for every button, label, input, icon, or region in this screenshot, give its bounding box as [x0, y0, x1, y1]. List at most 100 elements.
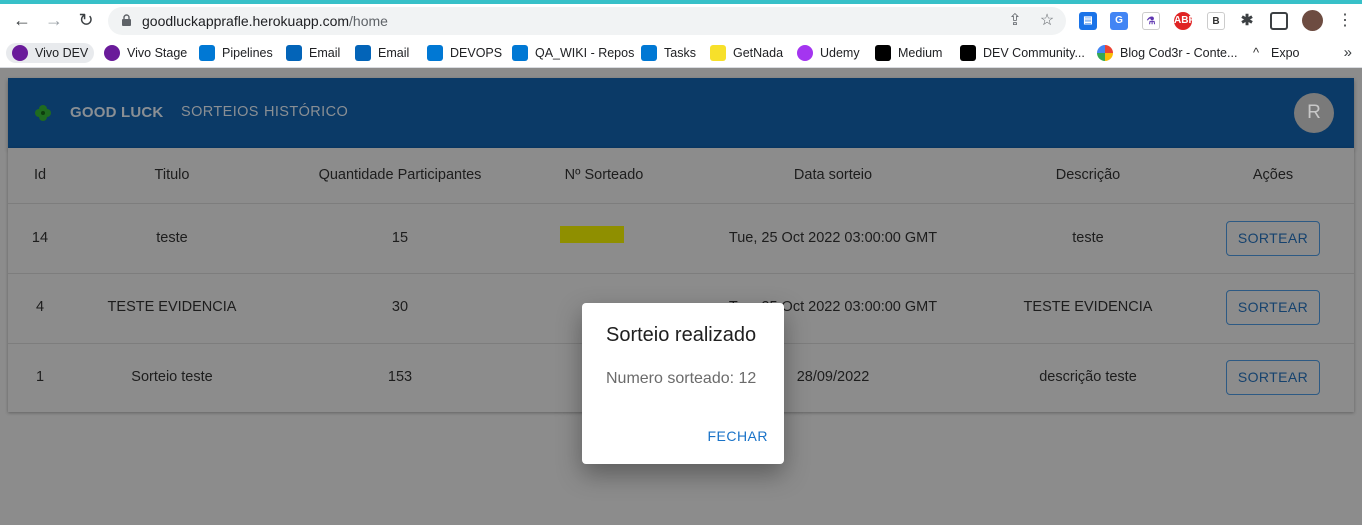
cell-quantidade: 30	[391, 299, 409, 315]
adblock-icon[interactable]: ABP	[1174, 12, 1195, 30]
bookmark-blog-cod3r[interactable]: Blog Cod3r - Conte...	[1097, 43, 1237, 63]
cell-data: Tue, 25 Oct 2022 03:00:00 GMT	[728, 230, 938, 246]
bookmark-devops[interactable]: DEVOPS	[427, 43, 502, 63]
bookmark-label: DEV Community...	[983, 46, 1085, 60]
bookmark-udemy[interactable]: Udemy	[797, 43, 860, 63]
bookmark-label: Medium	[898, 46, 943, 60]
cell-quantidade: 15	[391, 230, 409, 246]
bookmark-expo[interactable]: ^ Expo	[1248, 43, 1300, 63]
cell-titulo: TESTE EVIDENCIA	[107, 299, 237, 315]
bookmark-label: Email	[378, 46, 410, 60]
b-extension-icon[interactable]: B	[1207, 12, 1225, 30]
translate-icon[interactable]: G	[1110, 12, 1128, 30]
forward-icon[interactable]: →	[42, 8, 66, 32]
sortear-button[interactable]: SORTEAR	[1226, 360, 1320, 395]
expo-icon: ^	[1248, 45, 1264, 61]
header-quantidade: Quantidade Participantes	[318, 167, 482, 183]
getnada-icon	[710, 45, 726, 61]
dialog-label: Numero sorteado:	[606, 370, 735, 387]
bookmark-label: Email	[309, 46, 341, 60]
browser-toolbar: ← → ↻ goodluckapprafle.herokuapp.com/hom…	[0, 4, 1362, 37]
redaction-highlight	[560, 226, 624, 243]
bookmark-label: Expo	[1271, 46, 1300, 60]
header-acoes: Ações	[1252, 167, 1294, 183]
bookmark-label: GetNada	[733, 46, 784, 60]
back-icon[interactable]: ←	[10, 8, 34, 32]
brand-title[interactable]: GOOD LUCK	[70, 104, 163, 121]
app-bar: GOOD LUCK SORTEIOS HISTÓRICO R	[8, 78, 1354, 148]
header-descricao: Descrição	[1055, 167, 1121, 183]
header-data: Data sorteio	[793, 167, 873, 183]
bookmark-label: QA_WIKI - Repos	[535, 46, 635, 60]
lock-icon	[122, 14, 131, 26]
azure-devops-icon	[427, 45, 443, 61]
share-icon[interactable]: ⇪	[1006, 12, 1024, 30]
bookmark-dev-community[interactable]: DEV Community...	[960, 43, 1085, 63]
outlook-icon	[286, 45, 302, 61]
vivo-icon	[12, 45, 28, 61]
reload-icon[interactable]: ↻	[74, 8, 98, 32]
bookmark-email-1[interactable]: Email	[286, 43, 340, 63]
udemy-icon	[797, 45, 813, 61]
nav-historico[interactable]: HISTÓRICO	[264, 104, 348, 120]
azure-devops-icon	[641, 45, 657, 61]
sortear-button[interactable]: SORTEAR	[1226, 290, 1320, 325]
kebab-menu-icon[interactable]: ⋮	[1333, 8, 1357, 32]
bookmark-label: Pipelines	[222, 46, 273, 60]
extension-icon[interactable]: ▤	[1079, 12, 1097, 30]
cell-id: 1	[35, 369, 45, 385]
bookmark-pipelines[interactable]: Pipelines	[199, 43, 273, 63]
bookmark-label: DEVOPS	[450, 46, 503, 60]
puzzle-icon[interactable]: ✱	[1238, 12, 1256, 30]
star-icon[interactable]: ☆	[1038, 12, 1056, 30]
azure-devops-icon	[512, 45, 528, 61]
sortear-button[interactable]: SORTEAR	[1226, 221, 1320, 256]
fechar-button[interactable]: FECHAR	[707, 428, 768, 444]
bookmark-email-2[interactable]: Email	[355, 43, 409, 63]
header-titulo: Titulo	[154, 167, 190, 183]
chevron-right-icon[interactable]: »	[1344, 44, 1352, 61]
cell-descricao: teste	[1072, 230, 1104, 246]
avatar[interactable]: R	[1294, 93, 1334, 133]
cell-titulo: teste	[156, 230, 188, 246]
bookmark-label: Blog Cod3r - Conte...	[1120, 46, 1238, 60]
lab-icon[interactable]: ⚗	[1142, 12, 1160, 30]
google-icon	[1097, 45, 1113, 61]
bookmark-getnada[interactable]: GetNada	[710, 43, 783, 63]
cell-descricao: descrição teste	[1039, 369, 1137, 385]
result-dialog: Sorteio realizado Numero sorteado: 12 FE…	[582, 303, 784, 464]
cell-descricao: TESTE EVIDENCIA	[1023, 299, 1153, 315]
bookmark-label: Vivo DEV	[35, 46, 89, 60]
bookmark-vivo-dev[interactable]: Vivo DEV	[6, 43, 95, 63]
table-header-row: Id Titulo Quantidade Participantes Nº So…	[8, 148, 1354, 204]
dev-icon	[960, 45, 976, 61]
cell-quantidade: 153	[387, 369, 413, 385]
bookmark-medium[interactable]: Medium	[875, 43, 942, 63]
azure-devops-icon	[199, 45, 215, 61]
bookmark-tasks[interactable]: Tasks	[641, 43, 696, 63]
cell-titulo: Sorteio teste	[131, 369, 213, 385]
address-bar[interactable]: goodluckapprafle.herokuapp.com/home ⇪ ☆	[108, 7, 1066, 35]
bookmark-label: Udemy	[820, 46, 860, 60]
vivo-icon	[104, 45, 120, 61]
outlook-icon	[355, 45, 371, 61]
nav-sorteios[interactable]: SORTEIOS	[181, 104, 259, 120]
cell-id: 4	[35, 299, 45, 315]
dialog-message: Numero sorteado: 12	[606, 370, 756, 388]
cell-id: 14	[31, 230, 49, 246]
header-id: Id	[33, 167, 47, 183]
medium-icon	[875, 45, 891, 61]
profile-icon[interactable]	[1302, 10, 1323, 31]
clover-icon	[35, 105, 51, 121]
bookmark-vivo-stage[interactable]: Vivo Stage	[104, 43, 187, 63]
url-text: goodluckapprafle.herokuapp.com/home	[142, 13, 388, 29]
drawn-number: 12	[738, 370, 757, 387]
bookmark-label: Tasks	[664, 46, 696, 60]
header-sorteado: Nº Sorteado	[564, 167, 644, 183]
sidepanel-icon[interactable]	[1270, 12, 1288, 30]
table-row: 14 teste 15 Tue, 25 Oct 2022 03:00:00 GM…	[8, 204, 1354, 274]
cell-data: 28/09/2022	[796, 369, 870, 385]
dialog-title: Sorteio realizado	[606, 324, 757, 346]
bookmark-qa-wiki[interactable]: QA_WIKI - Repos	[512, 43, 634, 63]
bookmarks-bar: Vivo DEV Vivo Stage Pipelines Email Emai…	[0, 37, 1362, 68]
